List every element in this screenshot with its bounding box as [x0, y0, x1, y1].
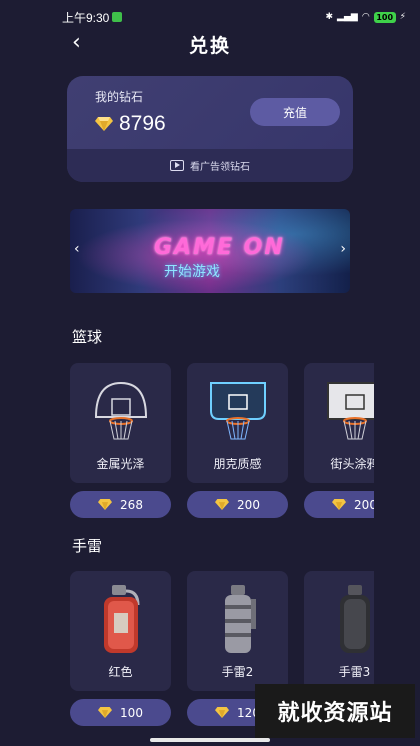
price-value: 100 — [120, 705, 143, 720]
item-name: 手雷2 — [221, 665, 254, 679]
item-name: 手雷3 — [338, 665, 371, 679]
item-card-box[interactable]: 朋克质感 — [187, 363, 288, 483]
item-card[interactable]: 红色 100 — [70, 571, 171, 726]
item-name: 金属光泽 — [96, 457, 145, 471]
grenade-icon — [340, 585, 370, 653]
item-card[interactable]: 朋克质感 200 — [187, 363, 288, 518]
watch-ad-button[interactable]: 看广告领钻石 — [67, 149, 353, 182]
bluetooth-icon: ✱ — [325, 12, 334, 22]
diamond-icon — [332, 499, 347, 510]
watch-ad-label: 看广告领钻石 — [190, 162, 250, 173]
price-button[interactable]: 268 — [70, 491, 171, 518]
price-button[interactable]: 100 — [70, 699, 171, 726]
section-title-basketball: 篮球 — [72, 328, 103, 346]
basketball-hoop-icon — [327, 382, 374, 440]
diamond-amount: 8796 — [119, 112, 166, 135]
banner-headline: GAME ON — [154, 235, 285, 260]
chevron-left-icon[interactable]: ‹ — [74, 241, 80, 257]
price-button[interactable]: 200 — [187, 491, 288, 518]
status-icons: ✱ ▂▄▆ ◠ 100 ⚡ — [325, 11, 406, 23]
item-name: 红色 — [108, 665, 133, 679]
item-name: 朋克质感 — [213, 457, 262, 471]
diamond-icon — [98, 499, 113, 510]
recharge-button[interactable]: 充值 — [250, 98, 340, 126]
basketball-hoop-icon — [210, 382, 266, 440]
home-indicator[interactable] — [150, 738, 270, 742]
item-card[interactable]: 手雷3 120 — [304, 571, 374, 726]
item-card-box[interactable]: 金属光泽 — [70, 363, 171, 483]
item-card[interactable]: 金属光泽 268 — [70, 363, 171, 518]
back-button[interactable]: ‹ — [72, 30, 81, 55]
item-card[interactable]: 手雷2 120 — [187, 571, 288, 726]
diamond-icon — [98, 707, 113, 718]
grenade-icon — [225, 585, 256, 653]
wallet-label: 我的钻石 — [95, 90, 144, 104]
signal-icon: ▂▄▆ — [337, 12, 358, 22]
section-title-grenade: 手雷 — [72, 537, 103, 555]
item-card-box[interactable]: 手雷2 — [187, 571, 288, 691]
diamond-wallet-card: 我的钻石 8796 充值 看广告领钻石 — [67, 76, 353, 182]
diamond-icon — [215, 499, 230, 510]
status-time: 上午9:30 — [62, 10, 110, 25]
item-card[interactable]: 街头涂鸦 200 — [304, 363, 374, 518]
watermark: 就收资源站 — [255, 684, 415, 738]
price-button[interactable]: 200 — [304, 491, 374, 518]
grenade-icon — [104, 585, 140, 653]
promo-banner[interactable]: ‹ GAME ON 开始游戏 › — [70, 209, 350, 293]
notification-badge-icon — [112, 12, 123, 22]
nav-bar: ‹ 兑换 — [0, 26, 420, 62]
item-card-box[interactable]: 红色 — [70, 571, 171, 691]
price-value: 200 — [237, 497, 260, 512]
item-card-box[interactable]: 手雷3 — [304, 571, 374, 691]
wifi-icon: ◠ — [361, 12, 370, 22]
page-title: 兑换 — [188, 34, 231, 57]
item-card-box[interactable]: 街头涂鸦 — [304, 363, 374, 483]
banner-subline: 开始游戏 — [164, 264, 220, 280]
video-icon — [170, 160, 184, 171]
diamond-icon — [95, 117, 113, 131]
chevron-right-icon[interactable]: › — [340, 241, 346, 257]
charging-icon: ⚡ — [399, 12, 406, 22]
item-name: 街头涂鸦 — [330, 457, 374, 471]
wallet-balance: 8796 — [95, 112, 166, 136]
price-value: 268 — [120, 497, 143, 512]
item-row-basketball[interactable]: 金属光泽 268 朋克质感 200 街头涂鸦 200 — [70, 363, 374, 523]
price-value: 200 — [354, 497, 374, 512]
diamond-icon — [215, 707, 230, 718]
battery-icon: 100 — [373, 11, 396, 23]
basketball-hoop-icon — [94, 381, 148, 440]
